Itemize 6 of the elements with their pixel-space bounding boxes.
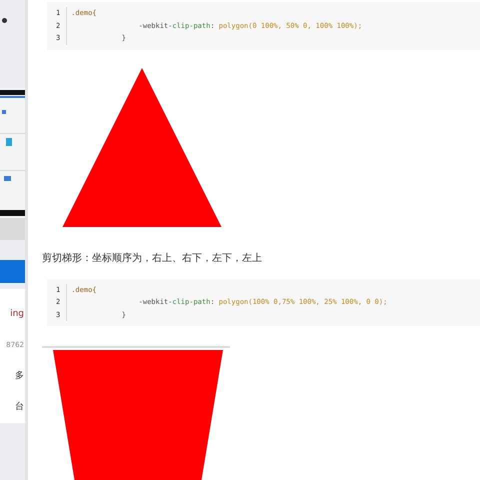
sidebar-text: 多 <box>0 361 25 392</box>
sidebar-banner <box>0 260 25 283</box>
sidebar-text: 台 <box>0 392 25 423</box>
caption-text: 剪切梯形：坐标顺序为，右上、右下，左下，左上 <box>42 252 263 265</box>
sidebar-text: ing <box>0 289 25 330</box>
dot-icon <box>2 18 7 23</box>
